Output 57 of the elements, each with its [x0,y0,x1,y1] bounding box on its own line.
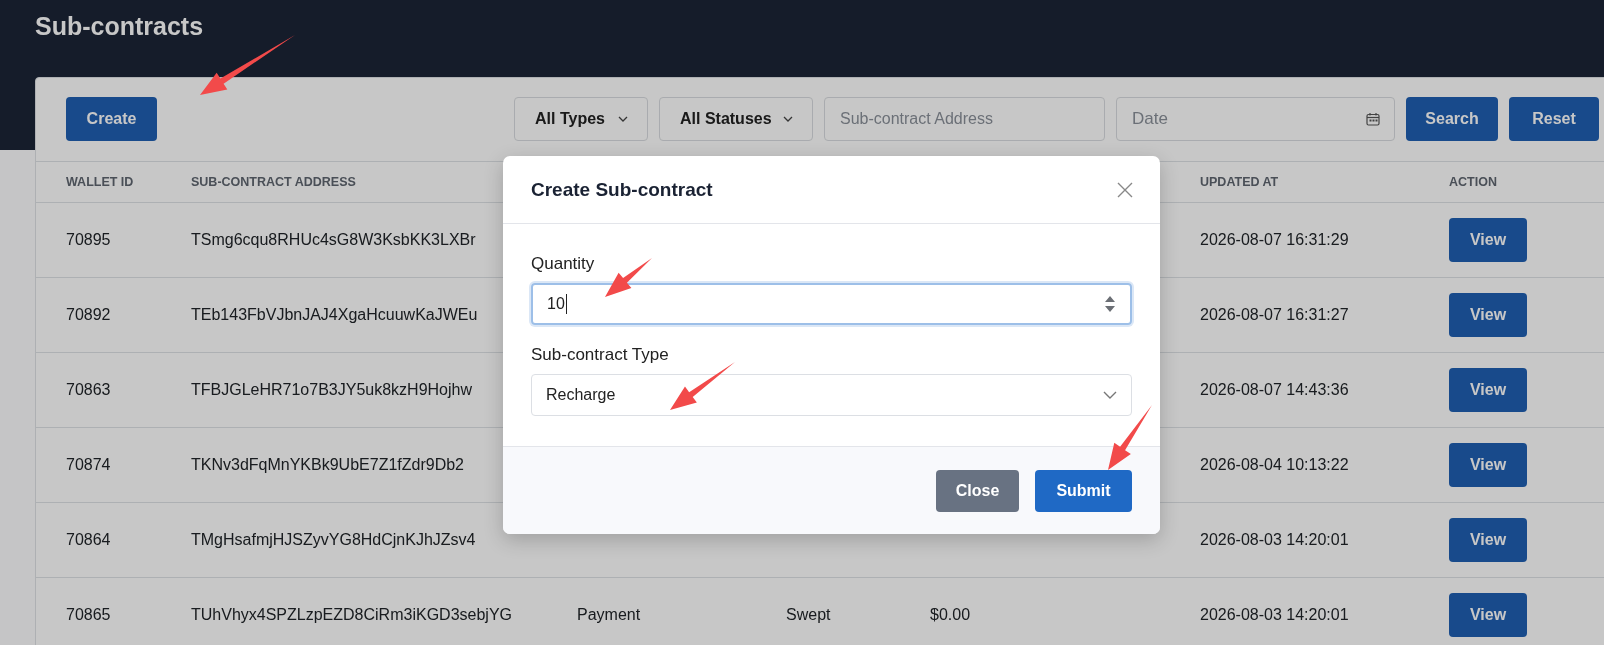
view-button[interactable]: View [1449,293,1527,337]
table-cell: 70864 [66,531,111,548]
modal-title: Create Sub-contract [531,178,713,201]
date-field[interactable]: Date [1116,97,1395,141]
status-filter-dropdown[interactable]: All Statuses [659,97,813,141]
table-cell: 70895 [66,231,111,248]
view-button[interactable]: View [1449,518,1527,562]
page-title: Sub-contracts [35,12,204,41]
chevron-down-icon [1103,390,1117,400]
view-button[interactable]: View [1449,218,1527,262]
table-cell: 2026-08-07 16:31:29 [1200,231,1349,248]
view-button[interactable]: View [1449,593,1527,637]
table-cell: 2026-08-03 14:20:01 [1200,531,1349,548]
chevron-down-icon [782,115,794,123]
annotation-arrow [670,362,735,410]
type-select[interactable]: Recharge [531,374,1132,416]
table-cell: TSmg6cqu8RHUc4sG8W3KsbKK3LXBr [191,231,476,248]
spinner-arrows-icon [1104,294,1116,314]
table-cell: 2026-08-07 16:31:27 [1200,306,1349,323]
close-button[interactable]: Close [936,469,1019,512]
table-cell: 70892 [66,306,111,323]
create-button[interactable]: Create [66,97,157,141]
table-cell: 2026-08-04 10:13:22 [1200,456,1349,473]
table-cell: 2026-08-07 14:43:36 [1200,381,1349,398]
view-button[interactable]: View [1449,443,1527,487]
table-cell: 2026-08-03 14:20:01 [1200,606,1349,623]
table-cell: TFBJGLeHR71o7B3JY5uk8kzH9Hojhw [191,381,472,398]
view-button[interactable]: View [1449,368,1527,412]
dropdown-label: All Statuses [680,110,772,128]
table-cell: TEb143FbVJbnJAJ4XgaHcuuwKaJWEu [191,306,478,323]
column-header: SUB-CONTRACT ADDRESS [191,175,356,189]
search-button[interactable]: Search [1406,97,1498,141]
table-cell: 70874 [66,456,111,473]
column-header: UPDATED AT [1200,175,1279,189]
table-cell: 70863 [66,381,111,398]
field-label: Sub-contract Type [531,345,669,365]
field-label: Quantity [531,254,595,274]
close-icon[interactable] [1116,180,1134,199]
annotation-arrow [1108,405,1152,470]
calendar-icon [1366,112,1380,126]
address-search-field[interactable]: Sub-contract Address [824,97,1105,141]
table-cell: TUhVhyx4SPZLzpEZD8CiRm3iKGD3sebjYG [191,606,512,623]
chevron-down-icon [617,115,629,123]
table-cell: TKNv3dFqMnYKBk9UbE7Z1fZdr9Db2 [191,456,464,473]
dropdown-label: All Types [535,110,605,128]
annotation-arrow [605,258,652,297]
type-filter-dropdown[interactable]: All Types [514,97,648,141]
table-cell: Swept [786,606,831,623]
column-header: ACTION [1449,175,1497,189]
column-header: WALLET ID [66,175,134,189]
reset-button[interactable]: Reset [1509,97,1599,141]
table-cell: $0.00 [930,606,971,623]
table-cell: 70865 [66,606,111,623]
table-cell: Payment [577,606,641,623]
table-cell: TMgHsafmjHJSZyvYG8HdCjnKJhJZsv4 [191,531,476,548]
submit-button[interactable]: Submit [1035,469,1132,512]
quantity-input[interactable]: 10 [531,283,1132,325]
